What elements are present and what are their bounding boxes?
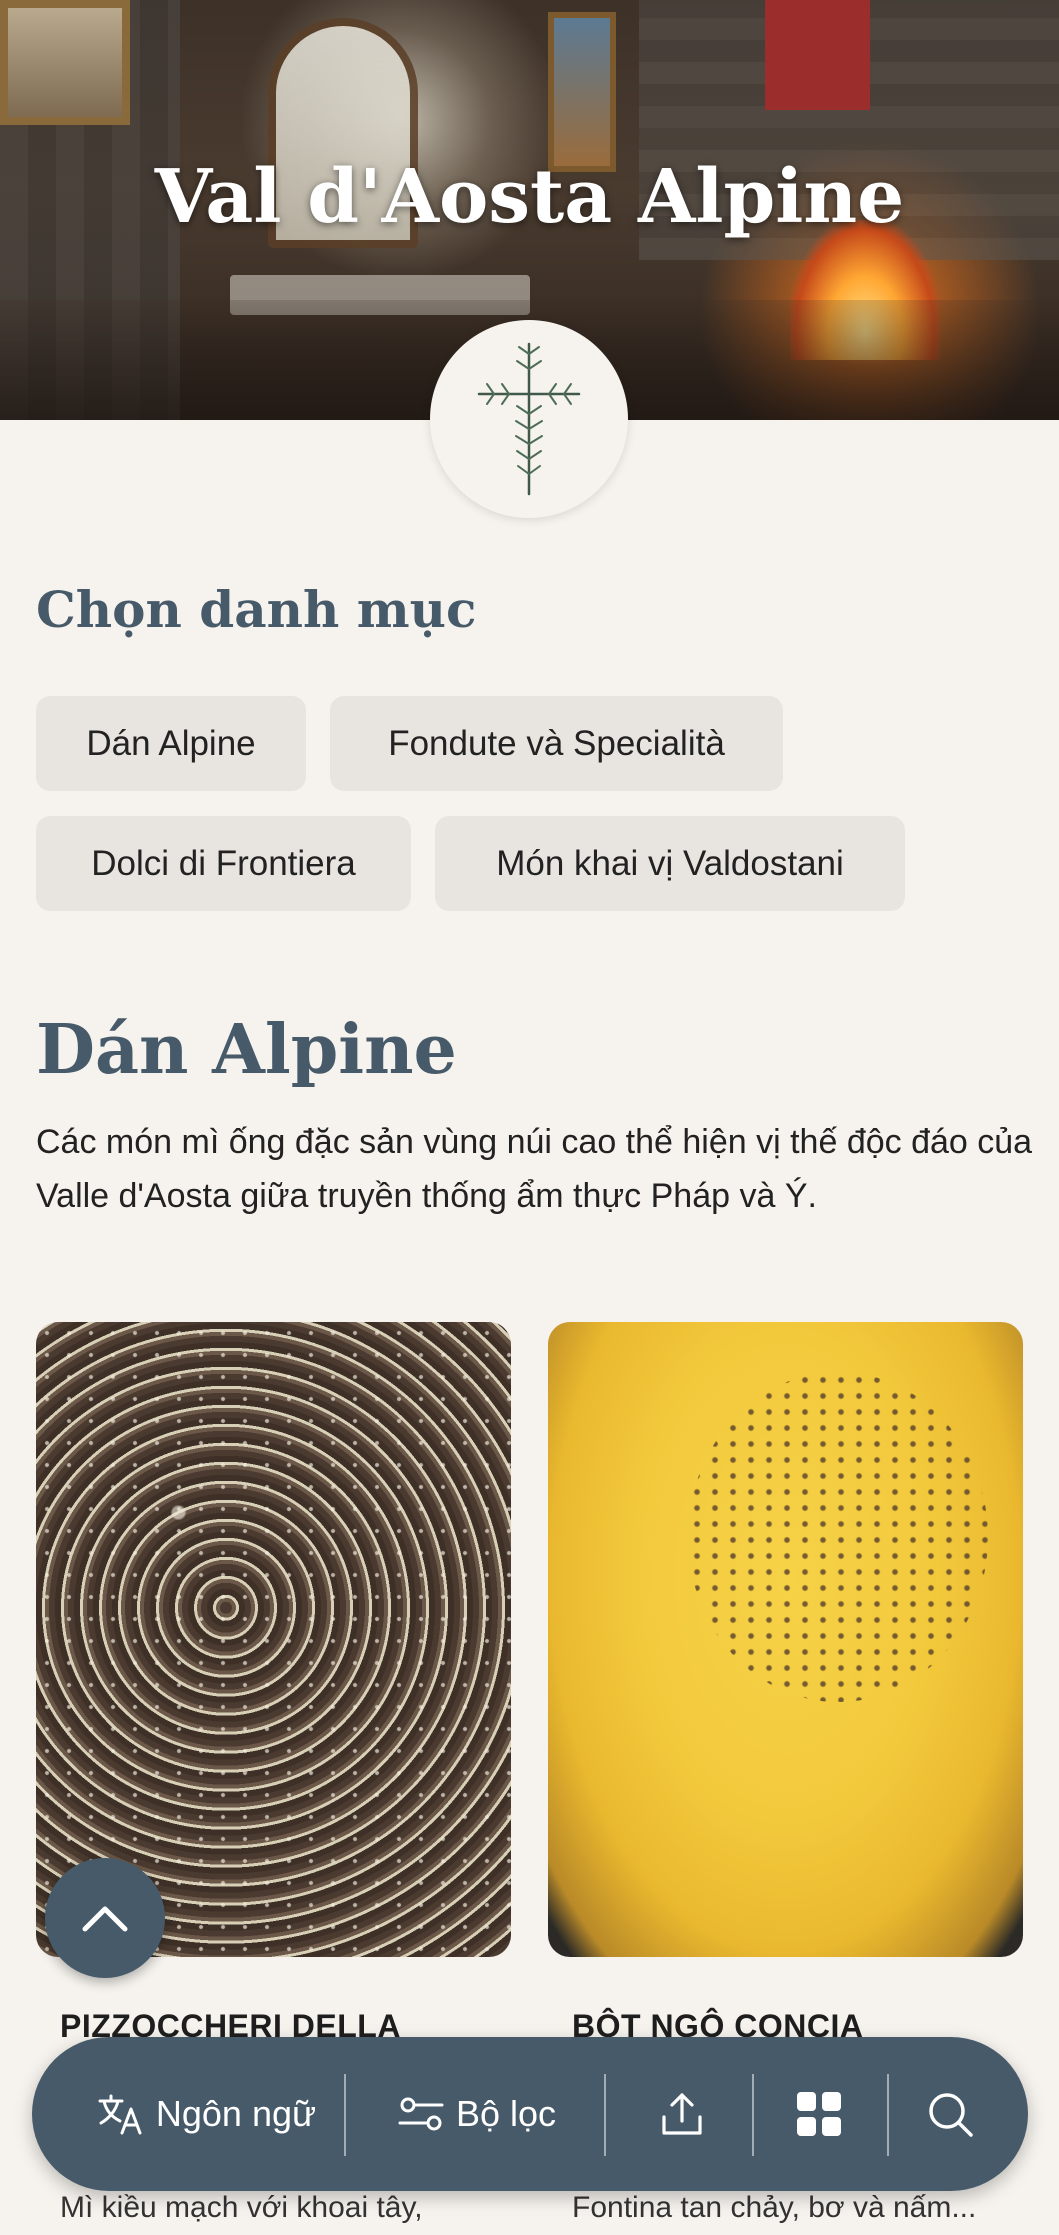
dish-image-polenta[interactable] — [548, 1322, 1023, 1957]
share-button[interactable] — [612, 2037, 752, 2191]
wall-banner — [765, 0, 870, 110]
chevron-up-icon — [82, 1906, 128, 1932]
category-picker-heading: Chọn danh mục — [36, 580, 477, 639]
search-button[interactable] — [890, 2037, 1010, 2191]
filter-label: Bộ lọc — [455, 2093, 557, 2134]
language-button[interactable]: Ngôn ngữ — [72, 2037, 342, 2191]
search-icon — [929, 2093, 973, 2137]
toolbar-divider — [344, 2074, 346, 2156]
category-chip-antipasti[interactable]: Món khai vị Valdostani — [435, 816, 905, 911]
share-icon — [662, 2093, 702, 2135]
wall-painting — [548, 12, 616, 172]
logo-rosemary-cross-icon — [477, 342, 581, 496]
grid-icon — [797, 2092, 841, 2136]
dish-description: Fontina tan chảy, bơ và nấm... — [572, 2191, 977, 2224]
wall-painting — [0, 0, 130, 125]
toolbar-divider — [604, 2074, 606, 2156]
filter-button[interactable]: Bộ lọc — [352, 2037, 602, 2191]
category-chip-fondute[interactable]: Fondute và Specialità — [330, 696, 783, 791]
dish-description: Mì kiều mạch với khoai tây, — [60, 2191, 423, 2224]
translate-icon — [98, 2094, 142, 2135]
category-title: Dán Alpine — [36, 1010, 457, 1090]
language-label: Ngôn ngữ — [155, 2093, 317, 2134]
toolbar-divider — [887, 2074, 889, 2156]
restaurant-logo — [430, 320, 628, 518]
category-description: Các món mì ống đặc sản vùng núi cao thể … — [36, 1123, 1033, 1215]
filter-icon — [398, 2097, 444, 2131]
grid-view-button[interactable] — [754, 2037, 884, 2191]
scroll-to-top-button[interactable] — [45, 1858, 165, 1978]
category-chip-dolci[interactable]: Dolci di Frontiera — [36, 816, 411, 911]
restaurant-title: Val d'Aosta Alpine — [154, 154, 905, 240]
category-chip-dan-alpine[interactable]: Dán Alpine — [36, 696, 306, 791]
bottom-toolbar: Ngôn ngữ Bộ lọc — [32, 2037, 1028, 2191]
